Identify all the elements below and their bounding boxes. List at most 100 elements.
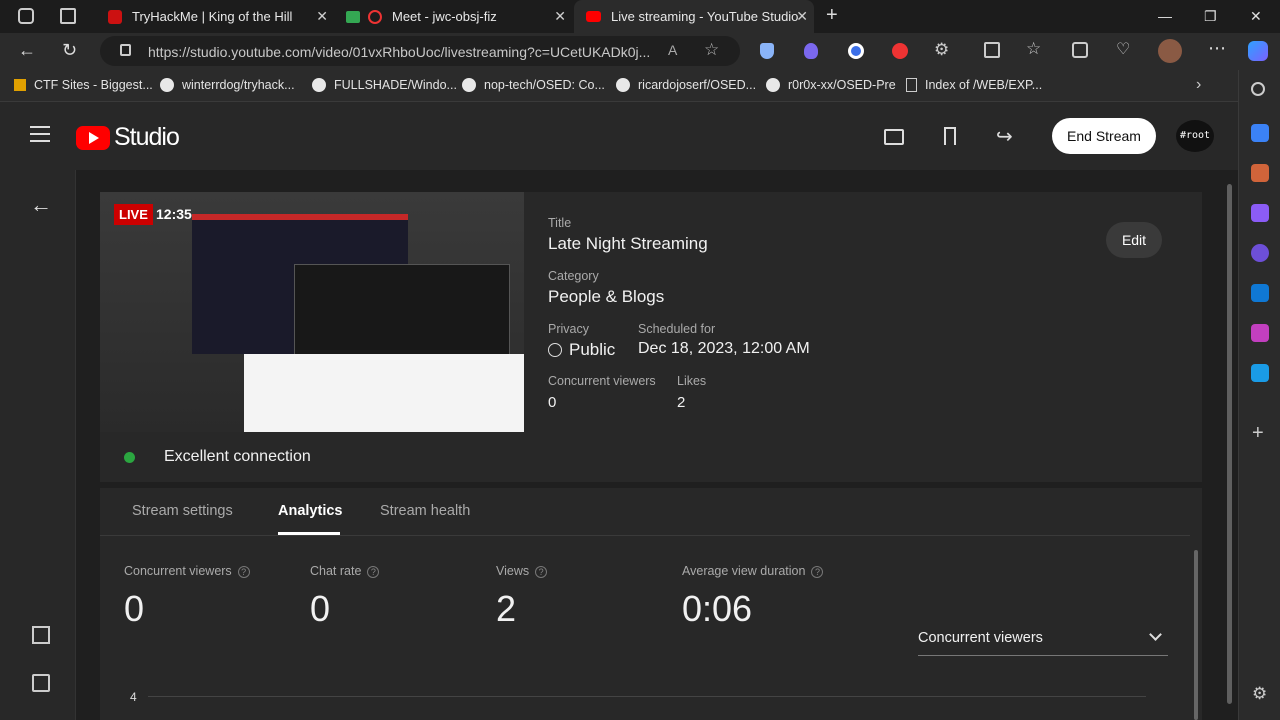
browser-tab-bar: TryHackMe | King of the Hill ✕ Meet - jw… xyxy=(0,0,1280,33)
flag-icon xyxy=(14,79,26,91)
tab-meet[interactable]: Meet - jwc-obsj-fiz ✕ xyxy=(336,0,572,33)
shopping-tag-icon[interactable] xyxy=(1251,124,1269,142)
extension-target-icon[interactable] xyxy=(848,43,864,59)
extension-flame-icon[interactable] xyxy=(804,43,818,59)
open-external-icon[interactable] xyxy=(32,626,50,644)
tools-icon[interactable] xyxy=(1251,164,1269,182)
favorites-icon[interactable]: ☆ xyxy=(1026,39,1041,59)
connection-status: Excellent connection xyxy=(124,448,311,466)
minimize-icon[interactable]: — xyxy=(1158,8,1172,24)
favorite-star-icon[interactable]: ☆ xyxy=(704,40,719,60)
privacy-value: Public xyxy=(569,340,616,359)
close-tab-icon[interactable]: ✕ xyxy=(316,8,328,25)
studio-logo[interactable]: Studio xyxy=(76,123,180,152)
heart-monitor-icon[interactable]: ♡ xyxy=(1116,39,1130,59)
bookmarks-bar: CTF Sites - Biggest... winterrdog/tryhac… xyxy=(0,70,1280,102)
viewers-value: 0 xyxy=(548,394,557,411)
close-tab-icon[interactable]: ✕ xyxy=(554,8,566,25)
help-icon[interactable]: ? xyxy=(535,566,548,578)
meet-favicon-icon xyxy=(346,10,360,23)
page-icon xyxy=(906,78,917,92)
stream-preview[interactable]: LIVE 12:35 xyxy=(100,192,524,432)
stat-value: 0 xyxy=(124,588,145,629)
tab-tryhackme[interactable]: TryHackMe | King of the Hill ✕ xyxy=(96,0,334,33)
tab-youtube-studio[interactable]: Live streaming - YouTube Studio ✕ xyxy=(574,0,814,33)
collections-icon[interactable] xyxy=(1072,42,1088,58)
send-icon[interactable] xyxy=(1251,364,1269,382)
tab-actions-icon[interactable] xyxy=(60,8,76,24)
extension-shield-icon[interactable] xyxy=(760,43,774,59)
extension-red-icon[interactable] xyxy=(892,43,908,59)
outlook-icon[interactable] xyxy=(1251,284,1269,302)
globe-icon xyxy=(548,343,562,357)
github-icon xyxy=(160,78,174,92)
stat-value: 0:06 xyxy=(682,588,753,629)
studio-logo-text: Studio xyxy=(114,123,180,151)
read-aloud-icon[interactable]: A xyxy=(668,42,677,58)
restore-icon[interactable]: ❐ xyxy=(1204,8,1217,25)
recording-icon xyxy=(368,9,382,24)
extensions-puzzle-icon[interactable]: ⚙ xyxy=(934,40,949,60)
bookmark-icon[interactable] xyxy=(944,127,956,145)
add-icon[interactable]: + xyxy=(1252,422,1264,445)
inner-scrollbar[interactable] xyxy=(1194,550,1198,720)
channel-avatar[interactable]: #root xyxy=(1176,120,1214,152)
tab-analytics[interactable]: Analytics xyxy=(278,503,342,519)
close-tab-icon[interactable]: ✕ xyxy=(796,8,808,25)
back-icon[interactable]: ← xyxy=(18,40,36,61)
search-icon[interactable] xyxy=(1251,82,1265,96)
designer-icon[interactable] xyxy=(1251,324,1269,342)
stat-average-view-duration: Average view duration? 0:06 xyxy=(682,562,824,630)
back-arrow-icon[interactable]: ← xyxy=(30,192,52,218)
help-icon[interactable]: ? xyxy=(367,566,380,578)
clapperboard-icon[interactable] xyxy=(884,129,904,145)
new-tab-icon[interactable]: + xyxy=(826,4,838,27)
feedback-icon[interactable] xyxy=(32,674,50,692)
studio-app: Studio ↪ End Stream #root ← LIVE 12:35 T… xyxy=(0,102,1238,720)
games-icon[interactable] xyxy=(1251,204,1269,222)
likes-label: Likes xyxy=(677,374,707,388)
settings-gear-icon[interactable]: ⚙ xyxy=(1252,684,1267,704)
close-window-icon[interactable]: ✕ xyxy=(1250,8,1262,25)
bookmark-fullshade[interactable]: FULLSHADE/Windo... xyxy=(312,78,457,92)
refresh-icon[interactable]: ↻ xyxy=(62,40,77,61)
copilot-sidebar-icon[interactable] xyxy=(1251,244,1269,262)
split-screen-icon[interactable] xyxy=(984,42,1000,58)
bookmark-nop-tech[interactable]: nop-tech/OSED: Co... xyxy=(462,78,605,92)
stream-title: Late Night Streaming xyxy=(548,234,708,253)
help-icon[interactable]: ? xyxy=(811,566,824,578)
viewers-label: Concurrent viewers xyxy=(548,374,656,388)
address-bar[interactable]: https://studio.youtube.com/video/01vxRhb… xyxy=(100,36,740,66)
help-icon[interactable]: ? xyxy=(237,566,250,578)
share-icon[interactable]: ↪ xyxy=(996,124,1013,149)
workspaces-icon[interactable] xyxy=(18,8,34,24)
page-scrollbar[interactable] xyxy=(1227,184,1232,704)
stat-chat-rate: Chat rate? 0 xyxy=(310,562,380,630)
bookmark-winterrdog[interactable]: winterrdog/tryhack... xyxy=(160,78,295,92)
bookmark-label: nop-tech/OSED: Co... xyxy=(484,78,605,92)
stat-concurrent-viewers: Concurrent viewers? 0 xyxy=(124,562,250,630)
end-stream-button[interactable]: End Stream xyxy=(1052,118,1156,154)
tab-stream-settings[interactable]: Stream settings xyxy=(132,503,233,519)
chevron-right-icon[interactable]: › xyxy=(1196,76,1201,94)
studio-header: Studio ↪ End Stream #root xyxy=(0,102,1238,170)
youtube-play-icon xyxy=(76,125,110,150)
tab-stream-health[interactable]: Stream health xyxy=(380,503,470,519)
more-menu-icon[interactable]: ⋯ xyxy=(1208,38,1226,59)
metric-dropdown-value: Concurrent viewers xyxy=(918,630,1043,646)
connection-status-text: Excellent connection xyxy=(164,448,311,465)
live-badge: LIVE xyxy=(114,204,153,225)
status-dot-icon xyxy=(124,451,135,463)
metric-dropdown[interactable]: Concurrent viewers xyxy=(918,628,1168,656)
profile-avatar[interactable] xyxy=(1158,39,1182,63)
bookmark-r0r0x[interactable]: r0r0x-xx/OSED-Pre xyxy=(766,78,896,92)
edit-button[interactable]: Edit xyxy=(1106,222,1162,258)
bookmark-ricardojoserf[interactable]: ricardojoserf/OSED... xyxy=(616,78,756,92)
bookmark-ctf-sites[interactable]: CTF Sites - Biggest... xyxy=(14,78,153,92)
left-nav: ← xyxy=(0,170,76,720)
tab-title: TryHackMe | King of the Hill xyxy=(132,9,293,24)
stat-label: Average view duration xyxy=(682,564,806,578)
copilot-icon[interactable] xyxy=(1248,41,1268,61)
chart-gridline xyxy=(148,696,1146,697)
bookmark-index-web[interactable]: Index of /WEB/EXP... xyxy=(906,78,1042,92)
